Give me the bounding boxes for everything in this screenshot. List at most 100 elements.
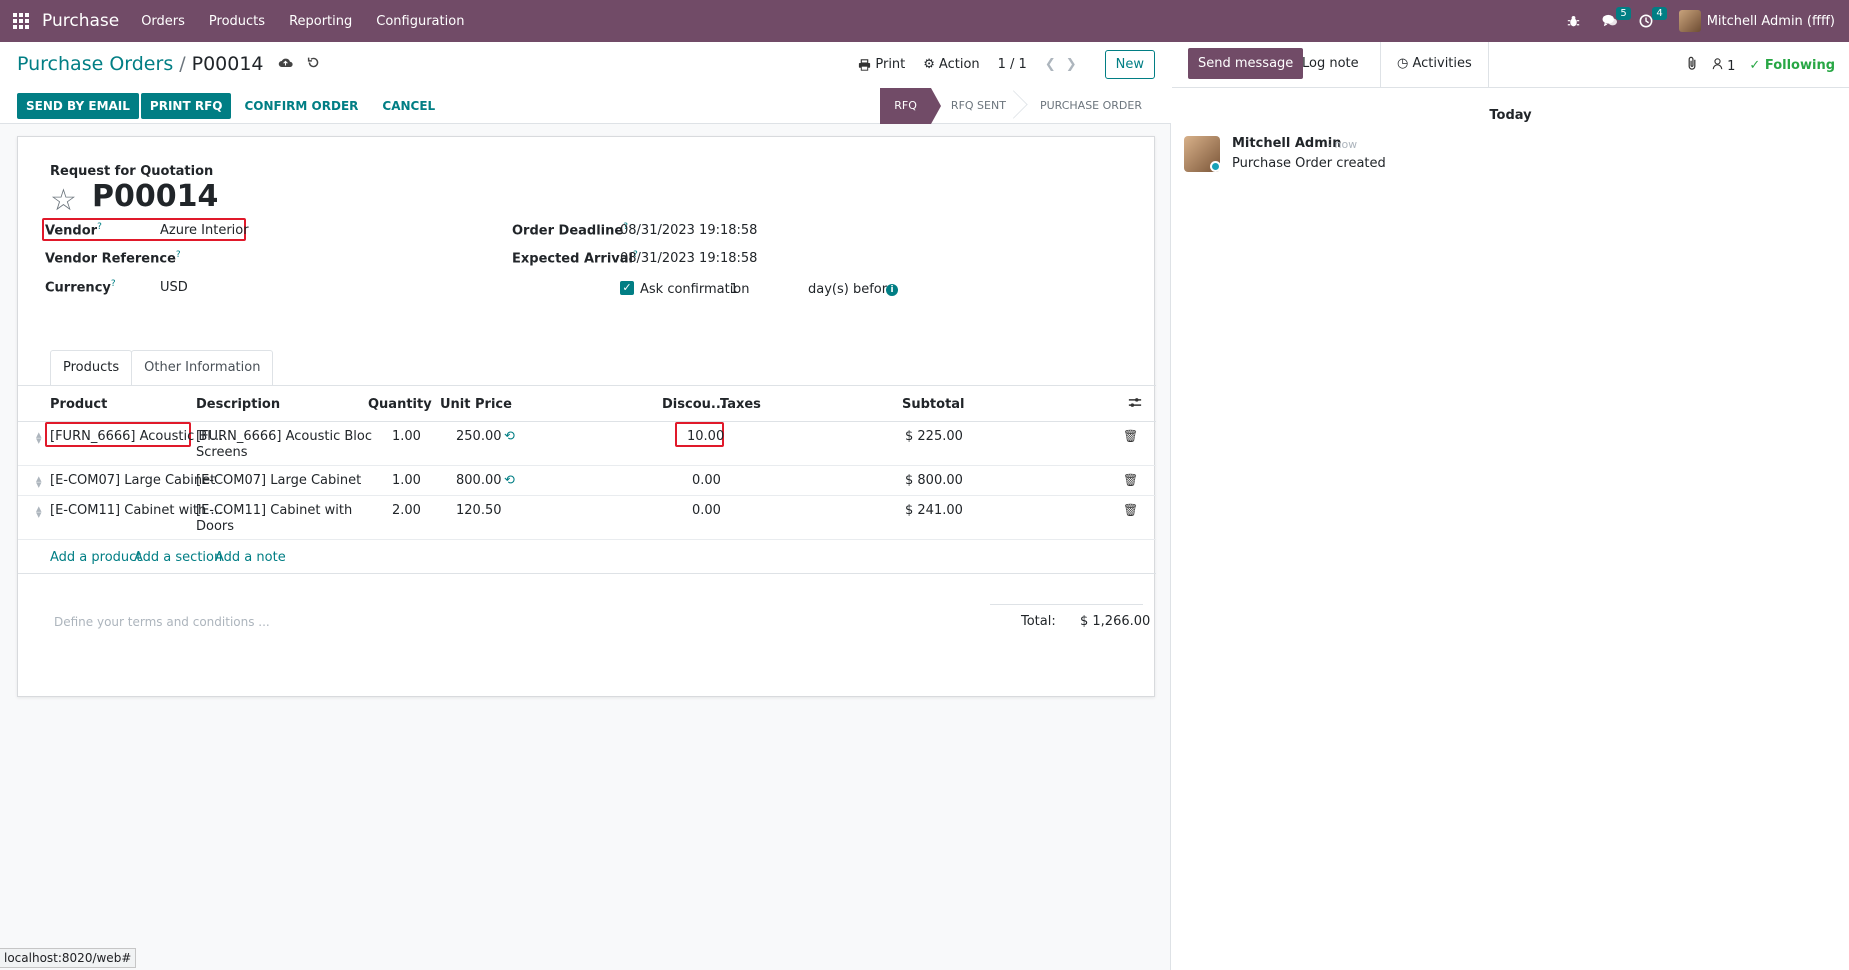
- stage-purchase-order[interactable]: PURCHASE ORDER: [1020, 88, 1156, 124]
- subtotal-cell: $ 225.00: [905, 429, 963, 444]
- new-button[interactable]: New: [1104, 50, 1155, 79]
- print-menu[interactable]: Print: [858, 57, 905, 72]
- trash-icon[interactable]: 🗑: [1123, 503, 1138, 517]
- column-description[interactable]: Description: [196, 397, 280, 412]
- log-note-button[interactable]: Log note: [1292, 48, 1369, 79]
- discount-cell[interactable]: 0.00: [692, 473, 721, 488]
- messages-badge: 5: [1616, 7, 1631, 20]
- description-cell-line2[interactable]: Doors: [196, 519, 234, 534]
- reset-price-icon[interactable]: ⟲: [504, 473, 515, 488]
- trash-icon[interactable]: 🗑: [1123, 429, 1138, 443]
- help-icon[interactable]: ?: [111, 279, 116, 289]
- clock-icon: ◷: [1397, 56, 1409, 71]
- debug-bug-icon[interactable]: [1565, 12, 1583, 30]
- unit-price-cell[interactable]: 250.00: [456, 429, 502, 444]
- column-product[interactable]: Product: [50, 397, 107, 412]
- table-row[interactable]: ▴ ▾ [E-COM11] Cabinet with ... [E-COM11] …: [18, 496, 1156, 540]
- star-icon[interactable]: ☆: [50, 183, 77, 218]
- quantity-cell[interactable]: 2.00: [392, 503, 421, 518]
- column-taxes[interactable]: Taxes: [720, 397, 761, 412]
- top-navbar: Purchase Orders Products Reporting Confi…: [0, 0, 1849, 42]
- followers-button[interactable]: 1: [1712, 57, 1735, 74]
- discard-undo-icon[interactable]: [307, 56, 320, 73]
- message-body: Purchase Order created: [1232, 156, 1386, 171]
- quantity-cell[interactable]: 1.00: [392, 473, 421, 488]
- avatar: [1678, 10, 1701, 32]
- menu-orders[interactable]: Orders: [141, 14, 185, 29]
- pager-value[interactable]: 1 / 1: [998, 57, 1027, 72]
- drag-handle-icon[interactable]: ▴ ▾: [36, 503, 42, 520]
- apps-menu-icon[interactable]: [0, 0, 42, 42]
- help-icon[interactable]: ?: [97, 222, 102, 232]
- print-label: Print: [875, 57, 906, 72]
- activities-label: Activities: [1412, 56, 1472, 71]
- save-cloud-icon[interactable]: [278, 56, 293, 72]
- top-menu: Orders Products Reporting Configuration: [141, 14, 464, 29]
- add-product-link[interactable]: Add a product: [50, 550, 141, 565]
- tab-other-information[interactable]: Other Information: [131, 350, 274, 386]
- activities-clock-icon[interactable]: 4: [1637, 7, 1667, 30]
- status-url: localhost:8020/web#: [0, 948, 137, 968]
- vendor-field[interactable]: Azure Interior: [160, 223, 249, 238]
- expected-arrival-field[interactable]: 08/31/2023 19:18:58: [620, 251, 757, 266]
- stage-rfq-sent[interactable]: RFQ SENT: [931, 88, 1020, 124]
- following-button[interactable]: ✓ Following: [1749, 58, 1835, 73]
- messages-icon[interactable]: 5: [1601, 7, 1631, 30]
- unit-price-cell[interactable]: 800.00: [456, 473, 502, 488]
- stage-pipeline: RFQ RFQ SENT PURCHASE ORDER: [880, 88, 1156, 124]
- column-discount[interactable]: Discou...: [662, 397, 726, 412]
- breadcrumb-purchase-orders[interactable]: Purchase Orders: [17, 53, 173, 75]
- drag-handle-icon[interactable]: ▴ ▾: [36, 429, 42, 446]
- paperclip-icon[interactable]: [1686, 56, 1698, 75]
- user-menu[interactable]: Mitchell Admin (ffff): [1678, 10, 1835, 32]
- app-brand[interactable]: Purchase: [42, 11, 119, 31]
- pager-next-icon[interactable]: ❯: [1066, 57, 1087, 72]
- tab-products[interactable]: Products: [50, 350, 133, 386]
- pager-previous-icon[interactable]: ❮: [1045, 57, 1066, 72]
- add-section-link[interactable]: Add a section: [134, 550, 222, 565]
- ask-confirmation-days-input[interactable]: 1: [730, 282, 738, 297]
- menu-reporting[interactable]: Reporting: [289, 14, 352, 29]
- drag-handle-icon[interactable]: ▴ ▾: [36, 473, 42, 490]
- activities-button[interactable]: ◷ Activities: [1380, 42, 1489, 88]
- send-message-button[interactable]: Send message: [1188, 48, 1304, 79]
- ask-confirmation-checkbox[interactable]: ✓: [620, 281, 634, 295]
- column-quantity[interactable]: Quantity: [368, 397, 432, 412]
- order-lines-table: Product Description Quantity Unit Price …: [18, 386, 1156, 574]
- order-deadline-label: Order Deadline?: [512, 222, 628, 239]
- trash-icon[interactable]: 🗑: [1123, 473, 1138, 487]
- table-row[interactable]: ▴ ▾ [E-COM07] Large Cabinet [E-COM07] Lar…: [18, 466, 1156, 496]
- unit-price-cell[interactable]: 120.50: [456, 503, 502, 518]
- column-subtotal[interactable]: Subtotal: [902, 397, 965, 412]
- table-row[interactable]: ▴ ▾ [FURN_6666] Acoustic Bl... [FURN_6666…: [18, 422, 1156, 466]
- description-cell-line2[interactable]: Screens: [196, 445, 247, 460]
- description-cell[interactable]: [E-COM11] Cabinet with: [196, 503, 352, 518]
- confirm-order-button[interactable]: CONFIRM ORDER: [233, 93, 369, 119]
- optional-columns-icon[interactable]: [1128, 396, 1142, 413]
- terms-and-conditions-input[interactable]: Define your terms and conditions ...: [54, 615, 270, 629]
- quantity-cell[interactable]: 1.00: [392, 429, 421, 444]
- action-menu[interactable]: ⚙ Action: [923, 57, 979, 72]
- currency-field[interactable]: USD: [160, 280, 188, 295]
- add-note-link[interactable]: Add a note: [215, 550, 286, 565]
- menu-configuration[interactable]: Configuration: [376, 14, 464, 29]
- print-rfq-button[interactable]: PRINT RFQ: [140, 93, 232, 119]
- stage-rfq[interactable]: RFQ: [880, 88, 941, 124]
- description-cell[interactable]: [E-COM07] Large Cabinet: [196, 473, 361, 488]
- total-value: $ 1,266.00: [1080, 614, 1151, 629]
- discount-cell[interactable]: 0.00: [692, 503, 721, 518]
- message-time: - now: [1327, 138, 1358, 151]
- send-by-email-button[interactable]: SEND BY EMAIL: [17, 93, 139, 119]
- order-deadline-field[interactable]: 08/31/2023 19:18:58: [620, 223, 757, 238]
- message-author[interactable]: Mitchell Admin: [1232, 136, 1341, 151]
- reset-price-icon[interactable]: ⟲: [504, 429, 515, 444]
- vendor-reference-field[interactable]: [160, 250, 360, 266]
- info-icon[interactable]: i: [886, 284, 898, 296]
- add-line-row: Add a product Add a section Add a note: [18, 540, 1156, 574]
- description-cell[interactable]: [FURN_6666] Acoustic Bloc: [196, 429, 372, 444]
- product-cell[interactable]: [E-COM07] Large Cabinet: [50, 473, 215, 488]
- cancel-button[interactable]: CANCEL: [371, 93, 446, 119]
- column-unit-price[interactable]: Unit Price: [440, 397, 512, 412]
- discount-cell[interactable]: 10.00: [687, 429, 724, 444]
- menu-products[interactable]: Products: [209, 14, 265, 29]
